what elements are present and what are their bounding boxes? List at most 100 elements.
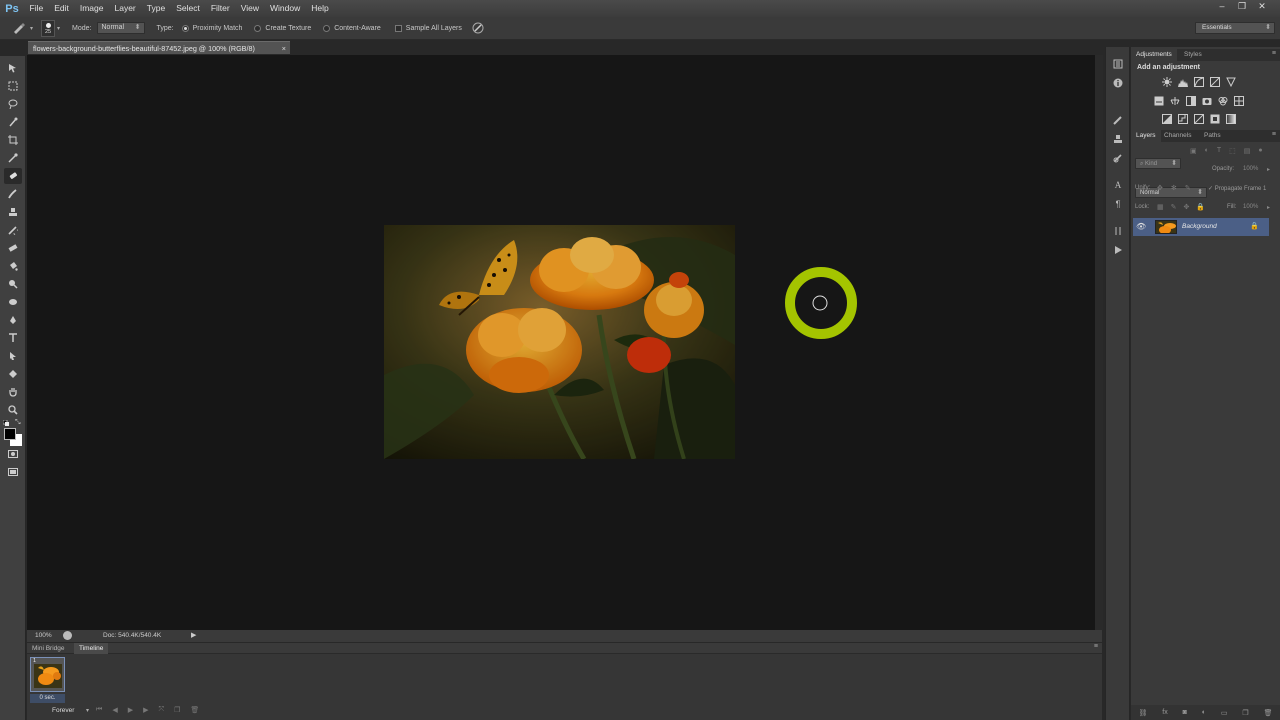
screen-mode-icon[interactable] — [4, 464, 22, 480]
quick-mask-icon[interactable] — [4, 446, 22, 462]
mode-select[interactable]: Normal — [96, 22, 145, 34]
menu-view[interactable]: View — [235, 0, 264, 17]
dodge-tool-icon[interactable] — [4, 276, 22, 292]
lasso-tool-icon[interactable] — [4, 96, 22, 112]
delete-frame-icon[interactable]: 🗑 — [190, 706, 199, 716]
new-adjustment-layer-icon[interactable]: ◐ — [1202, 709, 1206, 716]
tab-channels[interactable]: Channels — [1159, 130, 1196, 142]
color-lookup-icon[interactable] — [1233, 95, 1244, 106]
lock-all-icon[interactable]: 🔒 — [1196, 203, 1205, 211]
sample-all-layers-checkbox[interactable]: Sample All Layers — [394, 24, 462, 32]
loop-select[interactable]: Forever — [52, 707, 74, 714]
paragraph-panel-icon[interactable]: ¶ — [1111, 197, 1125, 211]
layers-menu-icon[interactable]: ≡ — [1272, 131, 1276, 138]
layer-row-background[interactable]: 👁 Background 🔒 — [1133, 218, 1269, 236]
layer-lock-icon[interactable]: 🔒 — [1250, 222, 1259, 230]
posterize-icon[interactable] — [1177, 113, 1188, 124]
filter-smart-object-icon[interactable]: ▤ — [1244, 147, 1251, 155]
add-mask-icon[interactable]: ◙ — [1183, 709, 1187, 716]
opacity-dropdown-icon[interactable]: ▸ — [1267, 166, 1270, 173]
loop-dropdown-icon[interactable]: ▾ — [86, 707, 89, 714]
crop-tool-icon[interactable] — [4, 132, 22, 148]
levels-icon[interactable] — [1177, 76, 1188, 87]
proximity-match-radio[interactable]: Proximity Match — [181, 24, 242, 32]
link-layers-icon[interactable]: ⛓ — [1138, 709, 1147, 717]
move-tool-icon[interactable] — [4, 60, 22, 76]
zoom-tool-icon[interactable] — [4, 402, 22, 418]
menu-file[interactable]: File — [24, 0, 49, 17]
clone-source-icon[interactable] — [1111, 132, 1125, 146]
tab-paths[interactable]: Paths — [1199, 130, 1226, 142]
menu-filter[interactable]: Filter — [205, 0, 235, 17]
brush-picker[interactable]: 25 — [41, 19, 56, 37]
menu-type[interactable]: Type — [141, 0, 170, 17]
foreground-color-swatch[interactable] — [4, 428, 16, 440]
new-group-icon[interactable]: ▭ — [1221, 709, 1228, 717]
panel-menu-icon[interactable]: ≡ — [1094, 643, 1098, 650]
workspace-select[interactable]: Essentials — [1195, 22, 1275, 34]
exposure-icon[interactable] — [1209, 76, 1220, 87]
layer-style-icon[interactable]: fx — [1162, 709, 1167, 716]
play-icon[interactable]: ▶ — [128, 706, 133, 716]
actions-panel-icon[interactable] — [1111, 224, 1125, 238]
spot-healing-brush-tool-icon[interactable] — [4, 168, 22, 184]
black-white-icon[interactable] — [1185, 95, 1196, 106]
photo-filter-icon[interactable] — [1201, 95, 1212, 106]
filter-pixel-icon[interactable]: ▣ — [1190, 147, 1197, 155]
brush-picker-arrow-icon[interactable]: ▾ — [57, 25, 60, 32]
new-layer-icon[interactable]: ❐ — [1242, 709, 1248, 717]
close-document-icon[interactable]: × — [282, 42, 286, 55]
lock-pixels-icon[interactable]: ✎ — [1171, 203, 1177, 211]
character-panel-icon[interactable]: A — [1111, 178, 1125, 192]
paint-bucket-tool-icon[interactable] — [4, 258, 22, 274]
document-image[interactable] — [384, 225, 735, 459]
history-panel-icon[interactable] — [1111, 57, 1125, 71]
frame-delay[interactable]: 0 sec. — [30, 694, 65, 703]
shape-tool-icon[interactable] — [4, 366, 22, 382]
tab-timeline[interactable]: Timeline — [74, 643, 109, 654]
hue-saturation-icon[interactable] — [1153, 95, 1164, 106]
unify-visibility-icon[interactable]: ✻ — [1171, 184, 1177, 192]
blur-tool-icon[interactable] — [4, 294, 22, 310]
fill-dropdown-icon[interactable]: ▸ — [1267, 204, 1270, 211]
unify-position-icon[interactable]: ✥ — [1157, 184, 1163, 192]
quick-selection-tool-icon[interactable] — [4, 114, 22, 130]
eyedropper-tool-icon[interactable] — [4, 150, 22, 166]
tab-styles[interactable]: Styles — [1179, 49, 1207, 61]
pressure-size-icon[interactable] — [472, 22, 484, 34]
filter-adjustment-icon[interactable]: ◐ — [1205, 147, 1209, 155]
eraser-tool-icon[interactable] — [4, 240, 22, 256]
document-tab[interactable]: flowers-background-butterflies-beautiful… — [28, 41, 290, 54]
next-frame-icon[interactable]: ▶ — [143, 706, 148, 716]
tab-adjustments[interactable]: Adjustments — [1131, 49, 1177, 61]
menu-edit[interactable]: Edit — [49, 0, 75, 17]
opacity-value[interactable]: 100% — [1243, 166, 1258, 172]
pen-tool-icon[interactable] — [4, 312, 22, 328]
status-menu-icon[interactable] — [63, 631, 72, 640]
layer-name[interactable]: Background — [1182, 218, 1217, 236]
menu-select[interactable]: Select — [171, 0, 206, 17]
content-aware-radio[interactable]: Content-Aware — [323, 24, 381, 32]
hand-tool-icon[interactable] — [4, 384, 22, 400]
menu-help[interactable]: Help — [306, 0, 334, 17]
info-panel-icon[interactable] — [1111, 76, 1125, 90]
filter-type-icon[interactable]: T — [1217, 147, 1221, 155]
tab-layers[interactable]: Layers — [1131, 130, 1161, 142]
brightness-contrast-icon[interactable] — [1161, 76, 1172, 87]
path-selection-tool-icon[interactable] — [4, 348, 22, 364]
fill-value[interactable]: 100% — [1243, 204, 1258, 210]
marquee-tool-icon[interactable] — [4, 78, 22, 94]
default-colors-icon[interactable] — [3, 420, 9, 426]
tool-presets-icon[interactable] — [1111, 151, 1125, 165]
filter-shape-icon[interactable]: ⬚ — [1229, 147, 1236, 155]
menu-layer[interactable]: Layer — [109, 0, 141, 17]
filter-toggle-icon[interactable]: ● — [1258, 147, 1262, 155]
spot-healing-brush-icon[interactable] — [12, 22, 26, 34]
brush-presets-icon[interactable] — [1111, 113, 1125, 127]
gradient-map-icon[interactable] — [1225, 113, 1236, 124]
close-window-icon[interactable]: ✕ — [1252, 0, 1272, 12]
timeline-frame[interactable]: 1 — [30, 657, 65, 692]
brush-tool-icon[interactable] — [4, 186, 22, 202]
vibrance-icon[interactable] — [1225, 76, 1236, 87]
clone-stamp-tool-icon[interactable] — [4, 204, 22, 220]
